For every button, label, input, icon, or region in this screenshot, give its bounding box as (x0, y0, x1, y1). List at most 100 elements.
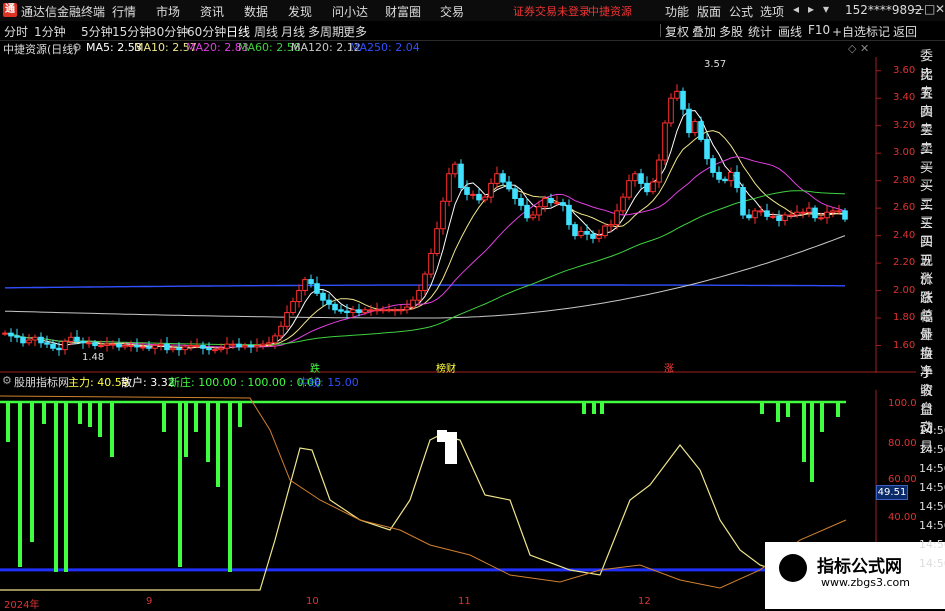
login-warning[interactable]: 证券交易未登录 (513, 3, 590, 19)
xinzhuang-bar (238, 402, 242, 427)
candle-body (308, 279, 314, 285)
close-chart-icon[interactable]: ◇ ✕ (848, 42, 869, 55)
x-label-dec: 12 (638, 596, 651, 607)
btn-diejia[interactable]: 叠加 (692, 23, 716, 40)
candle-body (530, 214, 536, 219)
period-5min[interactable]: 5分钟 (81, 23, 113, 40)
btn-add-watchlist[interactable]: +自选 (832, 23, 866, 40)
trade-time-label: 14:56 (919, 519, 945, 532)
period-daily[interactable]: 日线 (226, 23, 250, 40)
xinzhuang-bar (582, 402, 586, 414)
candle-body (764, 210, 770, 217)
menu-wenxiaoda[interactable]: 问小达 (332, 3, 368, 20)
period-toolbar: 分时 1分钟 5分钟 15分钟 30分钟 60分钟 日线 周线 月线 多周期 更… (0, 21, 945, 41)
xinzhuang-bar (810, 402, 814, 482)
candle-body (476, 193, 482, 201)
period-multi[interactable]: 多周期 (308, 23, 344, 40)
menu-faxian[interactable]: 发现 (288, 3, 312, 20)
close-icon[interactable]: ✕ (935, 2, 945, 16)
xinzhuang-bar (228, 402, 232, 572)
candle-body (440, 200, 446, 230)
xinzhuang-bar (836, 402, 840, 417)
period-monthly[interactable]: 月线 (281, 23, 305, 40)
price-tick-label: 3.00 (893, 147, 916, 159)
xinzhuang-bar (110, 402, 114, 457)
prev-icon[interactable]: ◂ (793, 2, 799, 16)
candle-body (290, 301, 296, 314)
candle-body (80, 340, 86, 344)
candle-body (698, 121, 704, 140)
dropdown-icon[interactable]: ▾ (823, 2, 829, 16)
x-label-oct: 10 (306, 596, 319, 607)
menu-shichang[interactable]: 市场 (156, 3, 180, 20)
period-60min[interactable]: 60分钟 (187, 23, 226, 40)
candle-body (620, 196, 626, 212)
candle-body (68, 336, 74, 342)
candle-body (218, 347, 224, 351)
period-30min[interactable]: 30分钟 (149, 23, 188, 40)
menu-banmian[interactable]: 版面 (697, 3, 721, 20)
candle-body (770, 215, 776, 218)
period-15min[interactable]: 15分钟 (112, 23, 151, 40)
candle-body (314, 283, 320, 294)
btn-huaxian[interactable]: 画线 (778, 23, 802, 40)
menu-jiaoyi[interactable]: 交易 (440, 3, 464, 20)
candle-body (782, 214, 788, 221)
candle-body (38, 336, 44, 344)
candle-body (152, 345, 158, 349)
candle-body (410, 299, 416, 308)
candle-body (590, 233, 596, 239)
watermark-title: 指标公式网 (817, 557, 902, 577)
menu-zixun[interactable]: 资讯 (200, 3, 224, 20)
period-more[interactable]: 更多 (343, 23, 367, 40)
btn-duogu[interactable]: 多股 (719, 23, 743, 40)
x-label-sep: 9 (146, 596, 153, 607)
xinzhuang-bar (78, 402, 82, 424)
menu-shuju[interactable]: 数据 (244, 3, 268, 20)
candle-body (278, 325, 284, 337)
candle-body (230, 343, 236, 346)
period-fenshi[interactable]: 分时 (4, 23, 28, 40)
menu-gongshi[interactable]: 公式 (729, 3, 753, 20)
candle-body (632, 173, 638, 182)
candlestick-chart[interactable] (0, 57, 916, 373)
candle-body (710, 158, 716, 173)
indicator-settings-icon[interactable]: ⚙ (2, 374, 12, 387)
candle-body (596, 235, 602, 239)
candle-body (536, 206, 542, 216)
menu-caifuquan[interactable]: 财富圈 (385, 3, 421, 20)
menu-xuanxiang[interactable]: 选项 (760, 3, 784, 20)
minimize-icon[interactable]: — (912, 2, 924, 16)
sanhu-label: 散户: 3.32 (121, 376, 175, 389)
btn-fuquan[interactable]: 复权 (665, 23, 689, 40)
btn-tongji[interactable]: 统计 (748, 23, 772, 40)
period-1min[interactable]: 1分钟 (34, 23, 66, 40)
btn-biaoji[interactable]: 标记 (866, 23, 890, 40)
event-marker-die[interactable]: 跌 (310, 360, 320, 375)
candle-body (662, 122, 668, 161)
event-marker-bangcai[interactable]: 榜财 (436, 360, 456, 375)
settings-gear-icon[interactable]: ⚙ (72, 41, 82, 54)
candle-body (722, 178, 728, 182)
account-label[interactable]: 152****9892 (845, 3, 922, 17)
candle-body (56, 347, 62, 351)
candle-body (614, 210, 620, 226)
menu-hangqing[interactable]: 行情 (112, 3, 136, 20)
candle-body (146, 346, 152, 349)
period-weekly[interactable]: 周线 (254, 23, 278, 40)
maximize-icon[interactable]: □ (924, 2, 935, 16)
candle-body (524, 204, 530, 219)
candle-body (320, 292, 326, 301)
next-icon[interactable]: ▸ (808, 2, 814, 16)
candle-body (680, 90, 686, 110)
trade-time-label: 14:56 (919, 424, 945, 437)
candle-body (518, 198, 524, 206)
candle-body (98, 345, 104, 348)
btn-f10[interactable]: F10 (808, 23, 830, 37)
high-price-annotation: 3.57 (704, 59, 727, 70)
event-marker-zhang[interactable]: 涨 (664, 360, 674, 375)
menu-gongneng[interactable]: 功能 (665, 3, 689, 20)
candle-body (356, 309, 362, 314)
btn-fanhui[interactable]: 返回 (893, 23, 917, 40)
watermark-url: www.zbgs3.com (821, 576, 910, 589)
